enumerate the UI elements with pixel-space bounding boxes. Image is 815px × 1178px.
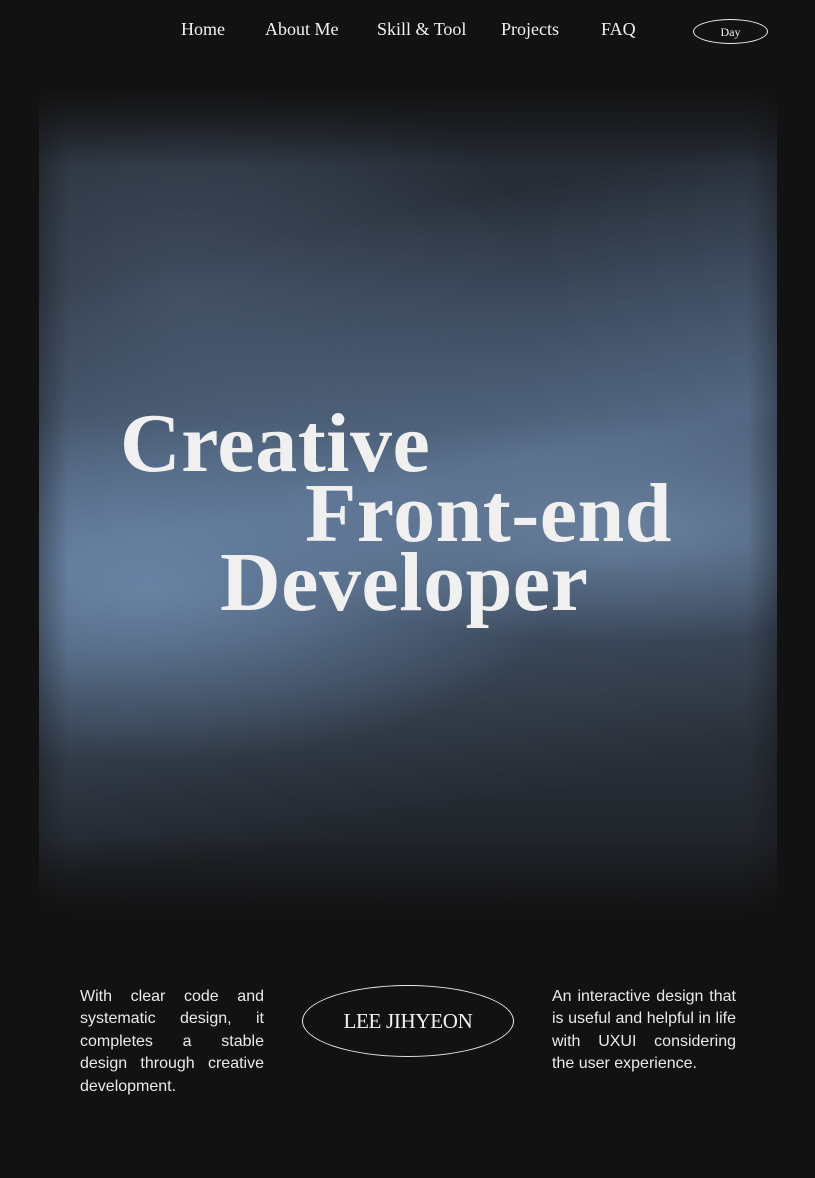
nav-link-projects[interactable]: Projects bbox=[501, 18, 559, 40]
day-night-toggle-button[interactable]: Day bbox=[693, 19, 768, 44]
author-name: LEE JIHYEON bbox=[343, 1008, 473, 1033]
intro-text-left: With clear code and systematic design, i… bbox=[80, 988, 264, 1095]
nav-link-skill-tool[interactable]: Skill & Tool bbox=[377, 18, 466, 40]
hero-title-line-developer: Developer bbox=[220, 536, 589, 629]
nav-link-home[interactable]: Home bbox=[181, 18, 225, 40]
top-navigation: Home About Me Skill & Tool Projects FAQ … bbox=[0, 0, 815, 60]
nav-link-faq[interactable]: FAQ bbox=[601, 18, 636, 40]
intro-text-right: An interactive design that is useful and… bbox=[552, 988, 736, 1073]
theme-toggle-label: Day bbox=[720, 24, 741, 39]
name-badge: LEE JIHYEON bbox=[302, 985, 514, 1057]
nav-link-about-me[interactable]: About Me bbox=[265, 18, 339, 40]
